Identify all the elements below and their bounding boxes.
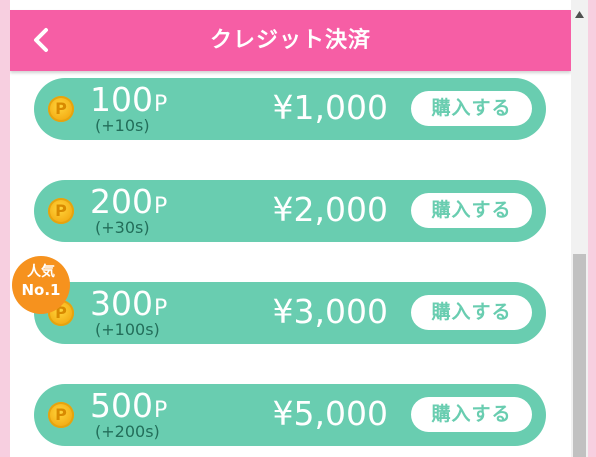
plan-points: 500P <box>90 388 210 424</box>
plan-points-unit: P <box>154 398 168 423</box>
plan-points-value: 500 <box>90 386 153 425</box>
popular-badge: 人気 No.1 <box>12 256 70 314</box>
app-header: クレジット決済 <box>10 10 571 71</box>
coin-icon: P <box>48 198 74 224</box>
page-viewport: クレジット決済 P 100P (+10s) ¥1,000 購入する P 200P… <box>10 0 571 457</box>
plan-points-value: 200 <box>90 182 153 221</box>
coin-icon: P <box>48 96 74 122</box>
buy-button[interactable]: 購入する <box>411 91 532 126</box>
coin-letter: P <box>55 201 67 220</box>
plan-points: 300P <box>90 286 210 322</box>
plan-points: 100P <box>90 82 210 118</box>
coin-icon: P <box>48 402 74 428</box>
popular-badge-line1: 人気 <box>27 264 55 280</box>
buy-button[interactable]: 購入する <box>411 397 532 432</box>
plan-price: ¥5,000 <box>272 394 388 433</box>
plan-row: P 100P (+10s) ¥1,000 購入する <box>34 78 546 140</box>
plan-price: ¥2,000 <box>272 190 388 229</box>
plan-row: P 500P (+200s) ¥5,000 購入する <box>34 384 546 446</box>
left-margin <box>0 0 10 457</box>
popular-badge-line2: No.1 <box>21 281 61 299</box>
plan-points-value: 100 <box>90 80 153 119</box>
scrollbar-thumb[interactable] <box>573 254 586 457</box>
plan-bonus: (+30s) <box>95 218 150 237</box>
plan-price: ¥1,000 <box>272 88 388 127</box>
buy-button[interactable]: 購入する <box>411 193 532 228</box>
plan-points: 200P <box>90 184 210 220</box>
plan-price: ¥3,000 <box>272 292 388 331</box>
plan-bonus: (+100s) <box>95 320 160 339</box>
plan-points-value: 300 <box>90 284 153 323</box>
plan-row: P 300P (+100s) ¥3,000 購入する <box>34 282 546 344</box>
scroll-up-arrow-icon[interactable] <box>571 6 588 18</box>
plan-points-unit: P <box>154 194 168 219</box>
plan-row: P 200P (+30s) ¥2,000 購入する <box>34 180 546 242</box>
plan-bonus: (+200s) <box>95 422 160 441</box>
plan-bonus: (+10s) <box>95 116 150 135</box>
coin-letter: P <box>55 99 67 118</box>
coin-letter: P <box>55 405 67 424</box>
right-margin <box>588 0 596 457</box>
plan-points-unit: P <box>154 92 168 117</box>
buy-button[interactable]: 購入する <box>411 295 532 330</box>
plan-points-unit: P <box>154 296 168 321</box>
vertical-scrollbar[interactable] <box>571 0 588 457</box>
page-title: クレジット決済 <box>209 28 371 53</box>
